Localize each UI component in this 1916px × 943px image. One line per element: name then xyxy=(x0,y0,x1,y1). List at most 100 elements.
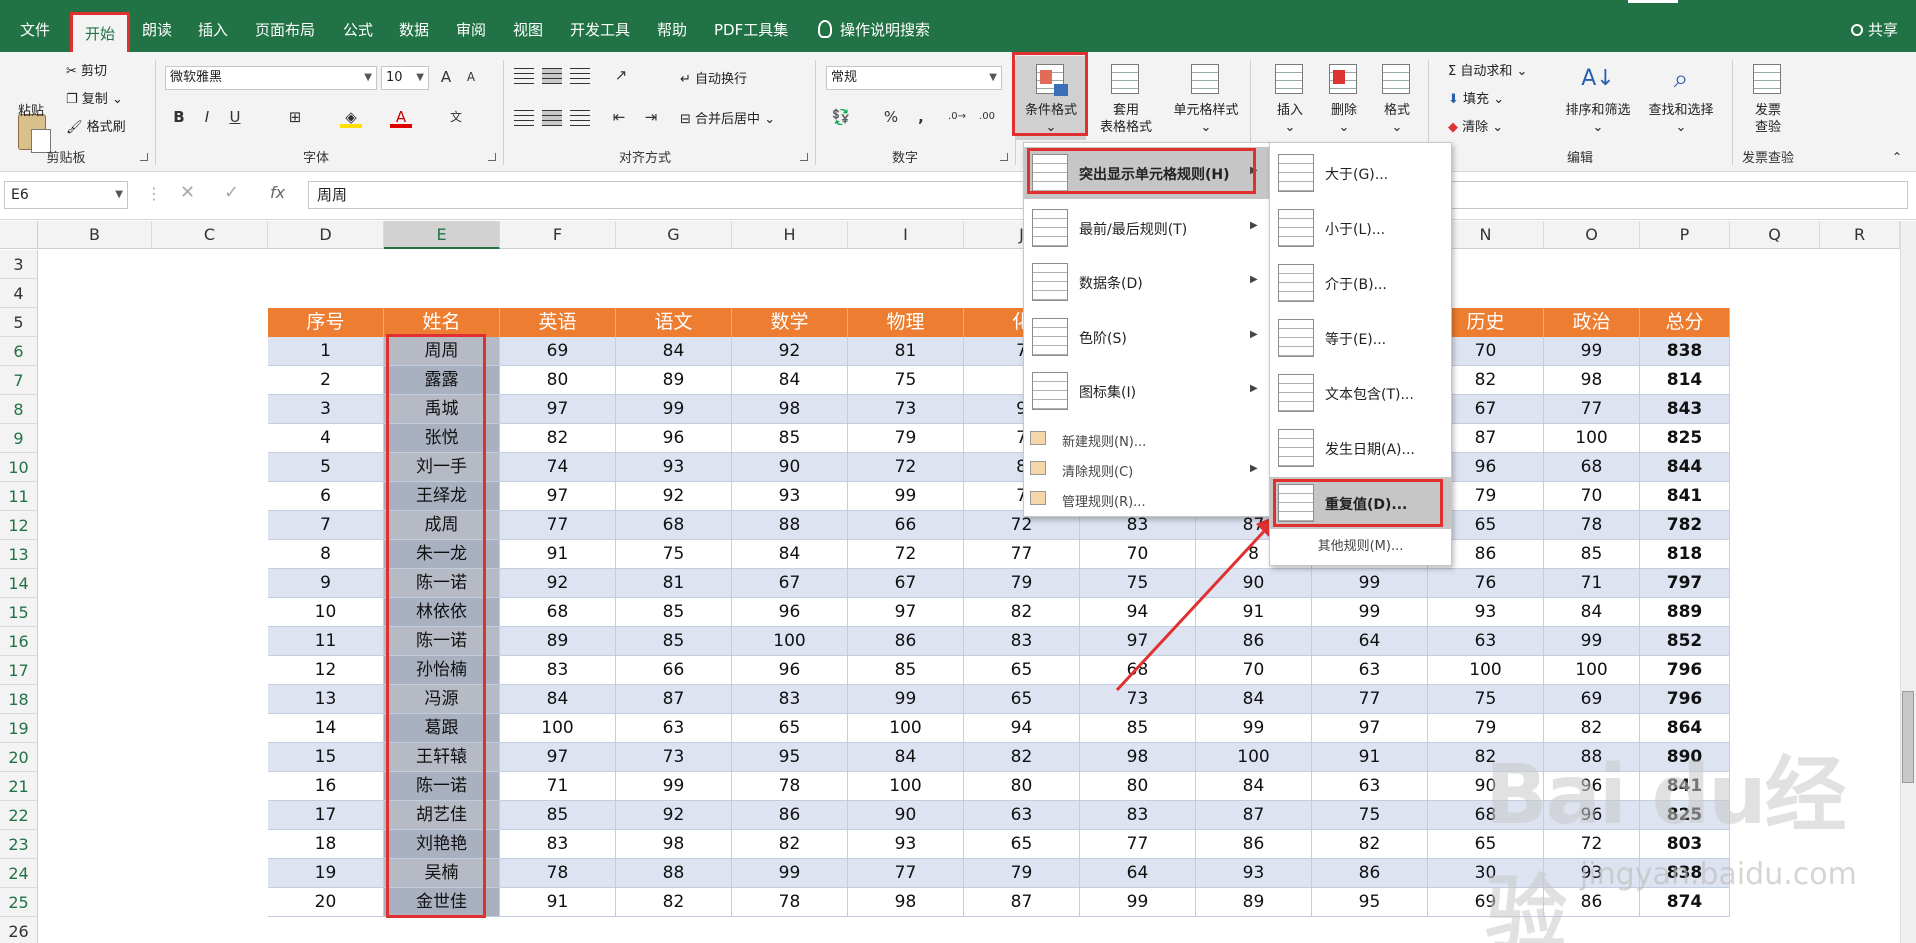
tab-developer[interactable]: 开发工具 xyxy=(570,0,630,52)
table-cell[interactable]: 85 xyxy=(1544,540,1640,569)
table-cell[interactable]: 78 xyxy=(500,859,616,888)
row-header-23[interactable]: 23 xyxy=(0,830,38,859)
table-cell[interactable]: 99 xyxy=(848,685,964,714)
table-cell[interactable]: 72 xyxy=(848,540,964,569)
insert-function-button[interactable]: fx xyxy=(270,183,285,202)
decrease-font-button[interactable]: A xyxy=(460,66,482,88)
share-button[interactable]: 共享 xyxy=(1850,0,1898,52)
tab-file[interactable]: 文件 xyxy=(20,0,50,52)
table-cell[interactable]: 2 xyxy=(268,366,384,395)
tab-read-aloud[interactable]: 朗读 xyxy=(142,0,172,52)
total-cell[interactable]: 818 xyxy=(1640,540,1730,569)
table-cell[interactable]: 100 xyxy=(732,627,848,656)
table-cell[interactable]: 94 xyxy=(1080,598,1196,627)
table-cell[interactable]: 99 xyxy=(1312,598,1428,627)
table-cell[interactable]: 100 xyxy=(848,714,964,743)
table-cell[interactable]: 65 xyxy=(964,656,1080,685)
table-cell[interactable]: 82 xyxy=(1312,830,1428,859)
table-cell[interactable]: 7 xyxy=(268,511,384,540)
table-cell[interactable]: 82 xyxy=(500,424,616,453)
table-cell[interactable]: 63 xyxy=(1312,656,1428,685)
row-header-19[interactable]: 19 xyxy=(0,714,38,743)
cf-menu-item[interactable]: 最前/最后规则(T) ▶ xyxy=(1024,202,1269,254)
autosum-button[interactable]: Σ 自动求和 ⌄ xyxy=(1448,60,1527,79)
submenu-item[interactable]: 发生日期(A)... xyxy=(1270,422,1451,474)
align-top-icon[interactable] xyxy=(514,68,534,84)
table-cell[interactable]: 79 xyxy=(848,424,964,453)
table-cell[interactable]: 99 xyxy=(1544,337,1640,366)
sort-filter-button[interactable]: A↓ 排序和筛选 ⌄ xyxy=(1560,56,1636,136)
wrap-text-button[interactable]: ↵ 自动换行 xyxy=(680,68,747,87)
table-cell[interactable]: 84 xyxy=(848,743,964,772)
table-cell[interactable]: 100 xyxy=(848,772,964,801)
table-cell[interactable]: 100 xyxy=(1544,656,1640,685)
cf-menu-small-item[interactable]: 清除规则(C) ▶ xyxy=(1024,457,1269,485)
table-cell[interactable]: 85 xyxy=(848,656,964,685)
column-header-F[interactable]: F xyxy=(500,221,616,249)
table-cell[interactable]: 87 xyxy=(1196,801,1312,830)
table-cell[interactable]: 1 xyxy=(268,337,384,366)
table-cell[interactable]: 82 xyxy=(732,830,848,859)
align-right-icon[interactable] xyxy=(570,110,590,126)
table-cell[interactable]: 13 xyxy=(268,685,384,714)
submenu-item[interactable]: 文本包含(T)... xyxy=(1270,367,1451,419)
table-cell[interactable]: 71 xyxy=(1544,569,1640,598)
table-cell[interactable]: 86 xyxy=(1196,830,1312,859)
row-header-5[interactable]: 5 xyxy=(0,308,38,337)
font-color-button[interactable]: A xyxy=(390,106,412,128)
submenu-item[interactable]: 大于(G)... xyxy=(1270,147,1451,199)
table-cell[interactable]: 80 xyxy=(964,772,1080,801)
table-cell[interactable]: 68 xyxy=(1080,656,1196,685)
row-header-6[interactable]: 6 xyxy=(0,337,38,366)
table-cell[interactable]: 65 xyxy=(964,685,1080,714)
table-cell[interactable]: 19 xyxy=(268,859,384,888)
table-cell[interactable]: 70 xyxy=(1196,656,1312,685)
table-cell[interactable]: 83 xyxy=(500,830,616,859)
row-header-16[interactable]: 16 xyxy=(0,627,38,656)
total-cell[interactable]: 796 xyxy=(1640,656,1730,685)
select-all-corner[interactable] xyxy=(0,221,38,249)
name-box[interactable]: E6 ▼ xyxy=(4,181,128,209)
table-cell[interactable]: 86 xyxy=(1196,627,1312,656)
column-header-D[interactable]: D xyxy=(268,221,384,249)
table-cell[interactable]: 93 xyxy=(848,830,964,859)
table-cell[interactable]: 98 xyxy=(848,888,964,917)
table-cell[interactable]: 75 xyxy=(1312,801,1428,830)
percent-button[interactable]: % xyxy=(880,106,902,128)
cut-button[interactable]: ✂ 剪切 xyxy=(66,60,107,79)
row-header-20[interactable]: 20 xyxy=(0,743,38,772)
table-cell[interactable]: 78 xyxy=(732,888,848,917)
table-cell[interactable]: 82 xyxy=(616,888,732,917)
table-cell[interactable]: 85 xyxy=(616,627,732,656)
table-cell[interactable]: 74 xyxy=(500,453,616,482)
increase-decimal-button[interactable]: .0→ xyxy=(946,106,968,128)
more-rules-item[interactable]: 其他规则(M)... xyxy=(1270,535,1451,554)
table-cell[interactable]: 77 xyxy=(1312,685,1428,714)
decrease-decimal-button[interactable]: .00 xyxy=(976,106,998,128)
cancel-icon[interactable]: ✕ xyxy=(180,182,195,203)
tab-formulas[interactable]: 公式 xyxy=(343,0,373,52)
table-cell[interactable]: 99 xyxy=(1080,888,1196,917)
table-cell[interactable]: 90 xyxy=(732,453,848,482)
table-cell[interactable]: 83 xyxy=(732,685,848,714)
table-cell[interactable]: 88 xyxy=(616,859,732,888)
table-cell[interactable]: 67 xyxy=(732,569,848,598)
table-cell[interactable]: 77 xyxy=(964,540,1080,569)
table-cell[interactable]: 64 xyxy=(1080,859,1196,888)
table-cell[interactable]: 97 xyxy=(500,482,616,511)
table-cell[interactable]: 95 xyxy=(732,743,848,772)
table-cell[interactable]: 89 xyxy=(500,627,616,656)
submenu-item[interactable]: 介于(B)... xyxy=(1270,257,1451,309)
column-header-Q[interactable]: Q xyxy=(1730,221,1820,249)
table-cell[interactable]: 97 xyxy=(1080,627,1196,656)
align-middle-icon[interactable] xyxy=(542,68,562,84)
table-cell[interactable]: 87 xyxy=(616,685,732,714)
row-header-18[interactable]: 18 xyxy=(0,685,38,714)
row-header-17[interactable]: 17 xyxy=(0,656,38,685)
table-cell[interactable]: 80 xyxy=(1080,772,1196,801)
table-cell[interactable]: 97 xyxy=(1312,714,1428,743)
table-cell[interactable]: 73 xyxy=(1080,685,1196,714)
submenu-item[interactable]: 等于(E)... xyxy=(1270,312,1451,364)
table-cell[interactable]: 10 xyxy=(268,598,384,627)
align-bottom-icon[interactable] xyxy=(570,68,590,84)
